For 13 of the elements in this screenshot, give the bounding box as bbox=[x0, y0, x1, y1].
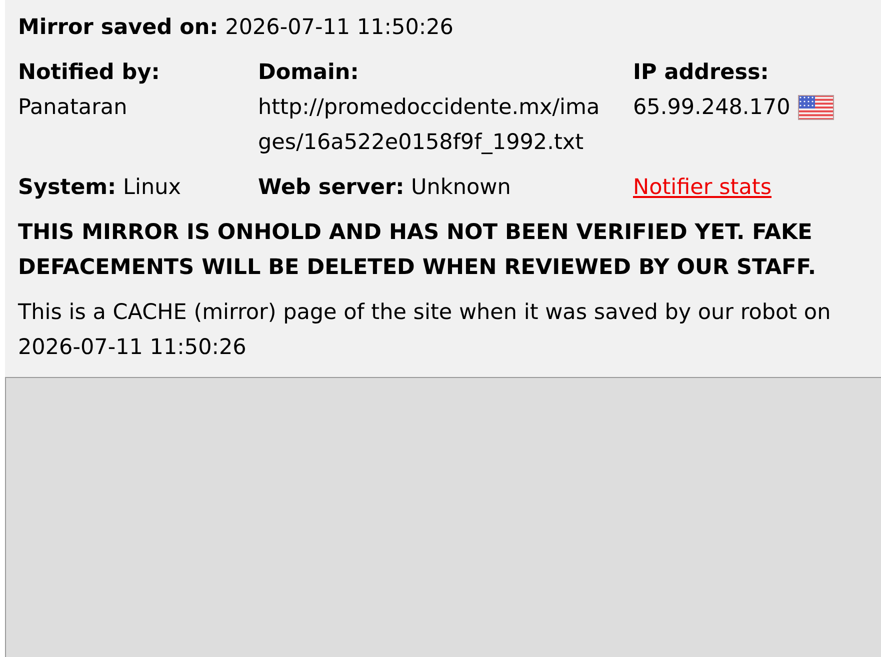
onhold-warning: THIS MIRROR IS ONHOLD AND HAS NOT BEEN VERIFIED YET. FAKE DEFACEMENTS WILL BE DELETED WHEN REVIEWED BY OUR STAFF. bbox=[18, 219, 818, 282]
mirror-saved-text: Mirror saved on: 2026-07-11 11:50:26 bbox=[18, 14, 454, 42]
web-server-text: Web server: Unknown bbox=[258, 174, 512, 202]
notifier-name: Panataran bbox=[18, 94, 128, 122]
domain-url: http://promedoccidente.mx/images/16a522e0158f9f_1992.txt bbox=[258, 94, 601, 157]
field-label: Notified by: bbox=[18, 59, 160, 87]
ip-address: 65.99.248.170 bbox=[633, 94, 790, 122]
cache-notice: This is a CACHE (mirror) page of the site when it was saved by our robot on 2026-07-11 11:50:26 bbox=[18, 299, 832, 362]
field-label: Domain: bbox=[258, 59, 359, 87]
flag-icon bbox=[798, 95, 834, 120]
system-text: System: Linux bbox=[18, 174, 182, 202]
notifier-stats-link[interactable]: Notifier stats bbox=[633, 170, 772, 205]
field-label: IP address: bbox=[633, 59, 769, 87]
